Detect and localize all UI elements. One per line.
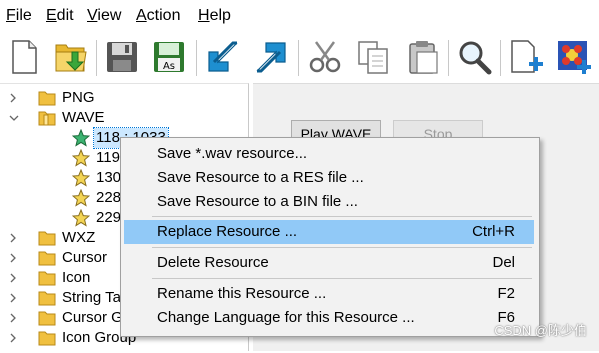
context-menu: Save *.wav resource... Save Resource to … <box>120 137 540 337</box>
new-resource-icon[interactable] <box>507 38 545 76</box>
new-file-icon[interactable] <box>5 38 43 76</box>
toolbar: As <box>0 32 599 82</box>
chevron-down-icon[interactable] <box>8 108 20 128</box>
menu-item-save-bin[interactable]: Save Resource to a BIN file ... <box>124 190 534 214</box>
star-icon <box>71 128 91 147</box>
open-folder-icon <box>38 109 56 127</box>
menu-item-change-language[interactable]: Change Language for this Resource ... F6 <box>124 306 534 330</box>
svg-text:As: As <box>163 61 175 72</box>
folder-icon <box>38 329 56 347</box>
menu-item-rename[interactable]: Rename this Resource ... F2 <box>124 282 534 306</box>
menu-separator <box>152 216 532 217</box>
menu-bar: File Edit View Action Help <box>0 0 599 32</box>
star-icon <box>71 148 91 167</box>
export-arrow-icon[interactable] <box>252 38 290 76</box>
folder-icon <box>38 269 56 287</box>
chevron-right-icon[interactable] <box>8 248 20 268</box>
chevron-right-icon[interactable] <box>8 268 20 288</box>
menu-item-delete[interactable]: Delete Resource Del <box>124 251 534 275</box>
chevron-right-icon[interactable] <box>8 288 20 308</box>
folder-icon <box>38 309 56 327</box>
resource-image-icon[interactable] <box>555 38 593 76</box>
cut-icon[interactable] <box>306 38 344 76</box>
chevron-right-icon[interactable] <box>8 228 20 248</box>
menu-item-save-res[interactable]: Save Resource to a RES file ... <box>124 166 534 190</box>
save-icon[interactable] <box>103 38 141 76</box>
menu-separator <box>152 247 532 248</box>
save-as-icon[interactable]: As <box>150 38 188 76</box>
star-icon <box>71 168 91 187</box>
watermark: CSDN @陈少伯 <box>494 323 587 338</box>
open-folder-icon[interactable] <box>52 38 90 76</box>
chevron-right-icon[interactable] <box>8 308 20 328</box>
menu-edit[interactable]: Edit <box>46 6 74 26</box>
star-icon <box>71 188 91 207</box>
menu-separator <box>152 278 532 279</box>
folder-icon <box>38 249 56 267</box>
search-icon[interactable] <box>455 38 493 76</box>
folder-icon <box>38 289 56 307</box>
chevron-right-icon[interactable] <box>8 328 20 348</box>
menu-item-replace[interactable]: Replace Resource ... Ctrl+R <box>124 220 534 244</box>
menu-item-save-wav[interactable]: Save *.wav resource... <box>124 142 534 166</box>
folder-icon <box>38 229 56 247</box>
folder-icon <box>38 89 56 107</box>
chevron-right-icon[interactable] <box>8 88 20 108</box>
menu-action[interactable]: Action <box>136 6 180 26</box>
star-icon <box>71 208 91 227</box>
menu-file[interactable]: File <box>6 6 32 26</box>
paste-icon[interactable] <box>404 38 442 76</box>
copy-icon[interactable] <box>354 38 392 76</box>
import-arrow-icon[interactable] <box>204 38 242 76</box>
menu-view[interactable]: View <box>87 6 121 26</box>
menu-help[interactable]: Help <box>198 6 231 26</box>
